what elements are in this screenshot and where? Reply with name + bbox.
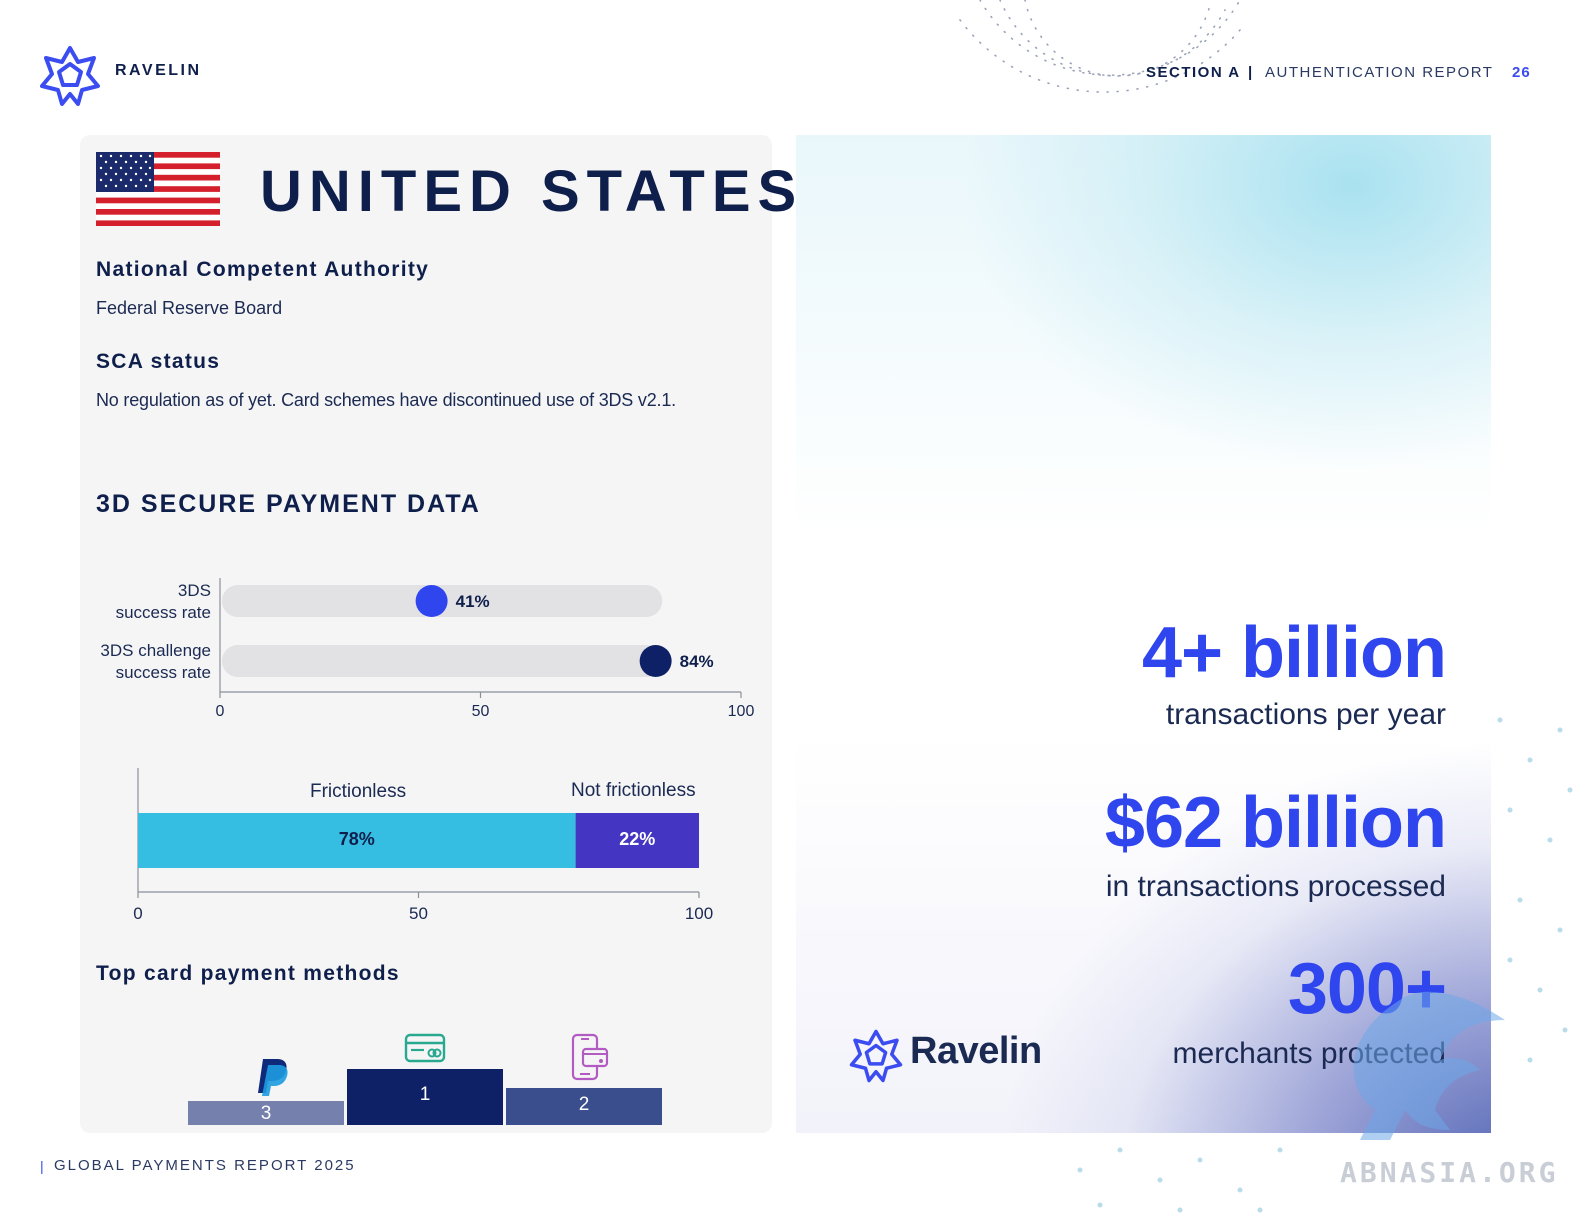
footer-text: GLOBAL PAYMENTS REPORT 2025 <box>54 1157 356 1174</box>
paypal-icon <box>258 1059 288 1096</box>
rate-bar-0 <box>222 585 436 617</box>
bar-label-3ds-success: 3DS success rate <box>115 581 211 622</box>
stat-transactions-value: $62 billion <box>1104 783 1447 863</box>
podium-rank-3: 3 <box>188 1101 344 1125</box>
decorative-footer-dots <box>1077 1147 1283 1213</box>
stat-transactions-value-label: in transactions processed <box>1105 870 1446 903</box>
rate-value-label-1: 84% <box>680 652 714 671</box>
brand-name: RAVELIN <box>115 62 202 79</box>
ravelin-wordmark: Ravelin <box>910 1030 1042 1072</box>
rate-chart: 41% 84% 0 50 100 <box>216 578 755 720</box>
us-flag-icon <box>96 152 220 226</box>
country-title: UNITED STATES <box>260 159 804 224</box>
friction-value-label-1: 22% <box>619 829 655 849</box>
section-separator: | <box>1248 64 1253 81</box>
methods-heading: Top card payment methods <box>96 962 400 985</box>
section-label: SECTION A <box>1146 64 1241 81</box>
friction-tick-label-2: 100 <box>685 904 713 923</box>
rate-value-label-0: 41% <box>456 592 490 611</box>
friction-value-label-0: 78% <box>339 829 375 849</box>
watermark-text: ABNASIA.ORG <box>1340 1156 1559 1189</box>
report-title: AUTHENTICATION REPORT <box>1265 64 1494 81</box>
ravelin-logo-icon <box>40 46 100 106</box>
rate-bar-1 <box>222 645 660 677</box>
rate-dot-0 <box>415 585 448 617</box>
rate-tick-label-1: 50 <box>472 703 490 720</box>
rate-dot-1 <box>639 645 672 677</box>
nca-value: Federal Reserve Board <box>96 298 283 318</box>
footer-bar: | <box>40 1158 44 1174</box>
sca-value: No regulation as of yet. Card schemes ha… <box>96 390 676 410</box>
mobile-wallet-icon <box>571 1033 609 1081</box>
podium-rank-1: 1 <box>347 1069 503 1125</box>
rate-tick-label-0: 0 <box>216 703 225 720</box>
data-heading: 3D SECURE PAYMENT DATA <box>96 490 481 518</box>
decorative-dot-arcs <box>959 0 1241 93</box>
podium-rank-2: 2 <box>506 1088 662 1125</box>
friction-tick-label-1: 50 <box>409 904 428 923</box>
page-number: 26 <box>1512 64 1531 81</box>
stat-transactions-count: 4+ billion <box>1141 613 1447 693</box>
griffin-watermark-icon <box>1353 991 1505 1140</box>
ravelin-panel-logo-icon <box>849 1029 903 1083</box>
rate-tick-label-2: 100 <box>728 703 755 720</box>
friction-tick-label-0: 0 <box>133 904 142 923</box>
sca-heading: SCA status <box>96 350 221 373</box>
credit-card-icon <box>404 1033 446 1063</box>
nca-heading: National Competent Authority <box>96 258 430 281</box>
friction-chart: 78% 22% 0 50 100 <box>133 768 713 923</box>
bar-label-3ds-challenge: 3DS challenge success rate <box>100 641 211 682</box>
stat-transactions-count-label: transactions per year <box>1165 698 1446 731</box>
